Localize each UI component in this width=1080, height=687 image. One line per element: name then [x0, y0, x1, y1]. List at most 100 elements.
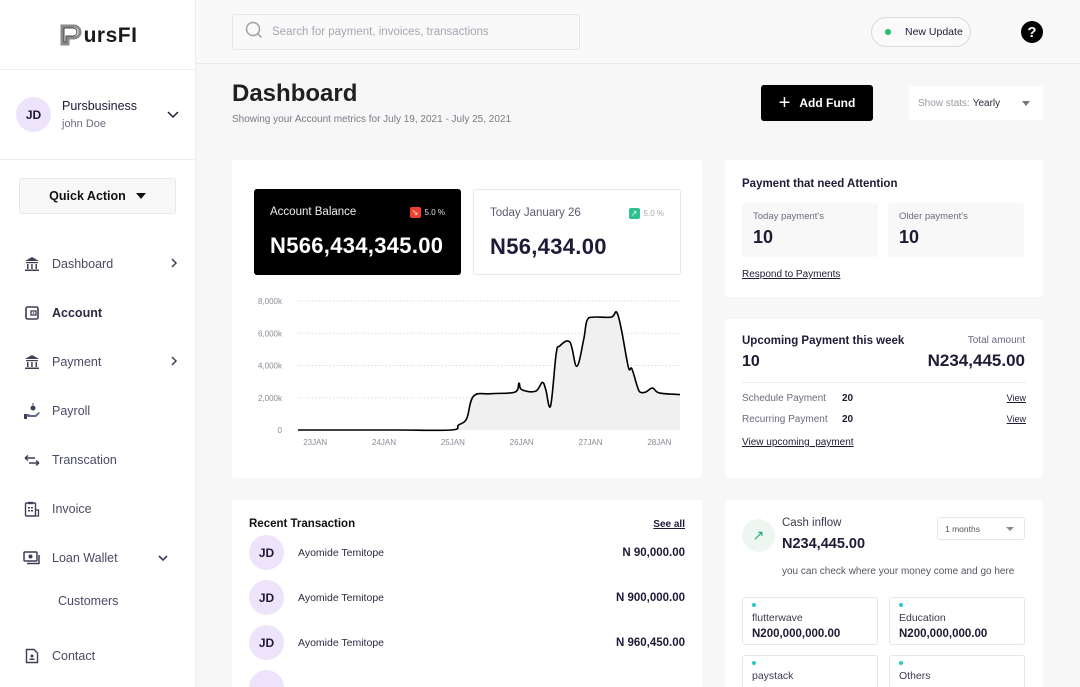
sidebar-item-label: Transcation [52, 452, 117, 467]
y-tick-label: 8,000k [258, 297, 283, 306]
source-dot-icon [899, 661, 903, 665]
add-fund-label: Add Fund [799, 96, 856, 110]
logo-p-icon [60, 24, 82, 45]
source-name: paystack [752, 670, 794, 682]
x-tick-label: 28JAN [647, 438, 671, 447]
sidebar-item-label: Account [52, 305, 102, 320]
logo-mark: ursFI [58, 22, 138, 48]
sidebar-item-account[interactable]: Account [0, 288, 196, 337]
transaction-name: Ayomide Temitope [298, 591, 384, 604]
stats-label: Show stats: [918, 97, 970, 109]
chevron-right-icon [171, 257, 178, 271]
chevron-down-icon [158, 551, 168, 565]
source-card-paystack[interactable]: paystack [742, 655, 878, 687]
sidebar-item-label: Dashboard [52, 256, 114, 271]
arrow-up-right-icon: ↗ [742, 519, 775, 552]
account-balance-amount: N566,434,345.00 [270, 233, 444, 258]
sidebar-item-dashboard[interactable]: Dashboard [0, 239, 196, 288]
sidebar-item-payroll[interactable]: Payroll [0, 386, 196, 435]
caret-down-icon [1006, 527, 1014, 531]
transaction-row[interactable]: JD Ayomide Temitope N 90,000.00 [249, 530, 685, 575]
source-value: N200,000,000.00 [752, 628, 841, 640]
add-fund-button[interactable]: + Add Fund [761, 85, 873, 121]
y-tick-label: 4,000k [258, 362, 283, 371]
view-upcoming-link[interactable]: View upcoming payment [742, 437, 1026, 448]
sidebar-item-customers[interactable]: Customers [0, 582, 196, 619]
cash-icon [23, 549, 41, 567]
plus-icon: + [778, 92, 791, 114]
transaction-row[interactable]: JD Ayomide Temitope N 900,000.00 [249, 575, 685, 620]
y-tick-label: 0 [278, 426, 283, 435]
today-balance-card[interactable]: Today January 26 ↗ 5.0 % N56,434.00 [473, 189, 681, 275]
today-payments-value: 10 [753, 227, 774, 247]
transaction-name: Ayomide Temitope [298, 636, 384, 649]
sidebar-item-payment[interactable]: Payment [0, 337, 196, 386]
recent-title: Recent Transaction [249, 518, 356, 530]
page-title: Dashboard [232, 80, 358, 107]
top-bar: New Update ? [196, 0, 1080, 64]
hand-coin-icon [23, 402, 41, 420]
change-value: 5.0 % [424, 208, 445, 217]
brand-name: ursFI [83, 23, 138, 47]
chevron-right-icon [171, 355, 178, 369]
new-update-button[interactable]: New Update [871, 17, 971, 47]
transfer-arrows-icon [23, 451, 41, 469]
source-card-education[interactable]: Education N200,000,000.00 [889, 597, 1025, 645]
source-dot-icon [752, 661, 756, 665]
sidebar-item-loan-wallet[interactable]: Loan Wallet [0, 533, 196, 582]
search-bar[interactable] [232, 14, 580, 50]
sidebar-item-transaction[interactable]: Transcation [0, 435, 196, 484]
transaction-row[interactable]: JD Ayomide Temitope N 960,450.00 [249, 620, 685, 665]
row-label: Recurring Payment [742, 413, 828, 425]
divider [742, 382, 1026, 383]
quick-action-button[interactable]: Quick Action [19, 178, 176, 214]
schedule-payment-row: Schedule Payment 20 View [742, 392, 1026, 404]
sidebar-item-contact[interactable]: Contact [0, 631, 196, 680]
cash-inflow-label: Cash inflow [782, 517, 842, 529]
source-value: N200,000,000.00 [899, 628, 988, 640]
transaction-amount: N 90,000.00 [622, 546, 685, 559]
brand-logo[interactable]: ursFI [0, 0, 195, 70]
source-card-flutterwave[interactable]: flutterwave N200,000,000.00 [742, 597, 878, 645]
y-tick-label: 2,000k [258, 394, 283, 403]
transaction-amount: N 900,000.00 [615, 591, 685, 604]
change-badge: ↗ 5.0 % [628, 208, 664, 219]
change-badge: ↘ 5.0 % [409, 207, 445, 218]
view-schedule-link[interactable]: View [1007, 393, 1026, 403]
trend-up-icon: ↗ [628, 208, 640, 219]
recent-transactions-card: Recent Transaction See all JD Ayomide Te… [232, 500, 702, 687]
trend-down-icon: ↘ [409, 207, 421, 218]
total-amount-label: Total amount [967, 335, 1025, 346]
search-input[interactable] [272, 26, 562, 38]
respond-payments-link[interactable]: Respond to Payments [742, 269, 1026, 280]
sidebar-item-invoice[interactable]: Invoice [0, 484, 196, 533]
stats-value: Yearly [972, 97, 1001, 109]
profile-switcher[interactable]: JD Pursbusiness john Doe [0, 70, 195, 160]
source-name: flutterwave [752, 612, 803, 624]
sidebar-item-label: Payroll [52, 403, 91, 418]
older-payments-box[interactable]: Older payment's 10 [888, 203, 1024, 257]
total-amount-value: N234,445.00 [927, 351, 1025, 370]
source-dot-icon [752, 603, 756, 607]
sidebar-item-label: Customers [58, 593, 119, 608]
today-payments-box[interactable]: Today payment's 10 [742, 203, 878, 257]
y-tick-label: 6,000k [258, 329, 283, 338]
search-icon [245, 21, 263, 44]
chevron-down-icon[interactable] [167, 108, 179, 122]
source-card-others[interactable]: Others [889, 655, 1025, 687]
stats-period-select[interactable]: Show stats: Yearly [909, 86, 1043, 120]
help-icon[interactable]: ? [1021, 21, 1043, 43]
x-tick-label: 23JAN [303, 438, 327, 447]
account-balance-card[interactable]: Account Balance ↘ 5.0 % N566,434,345.00 [254, 189, 461, 275]
see-all-link[interactable]: See all [653, 519, 685, 530]
today-payments-label: Today payment's [753, 211, 824, 222]
transaction-row[interactable] [249, 665, 685, 687]
x-tick-label: 26JAN [510, 438, 534, 447]
page-subtitle: Showing your Account metrics for July 19… [232, 114, 512, 125]
view-recurring-link[interactable]: View [1007, 414, 1026, 424]
cash-inflow-amount: N234,445.00 [782, 536, 866, 552]
period-select[interactable]: 1 months [937, 517, 1025, 540]
x-tick-label: 25JAN [441, 438, 465, 447]
contact-icon [23, 647, 41, 665]
x-tick-label: 24JAN [372, 438, 396, 447]
